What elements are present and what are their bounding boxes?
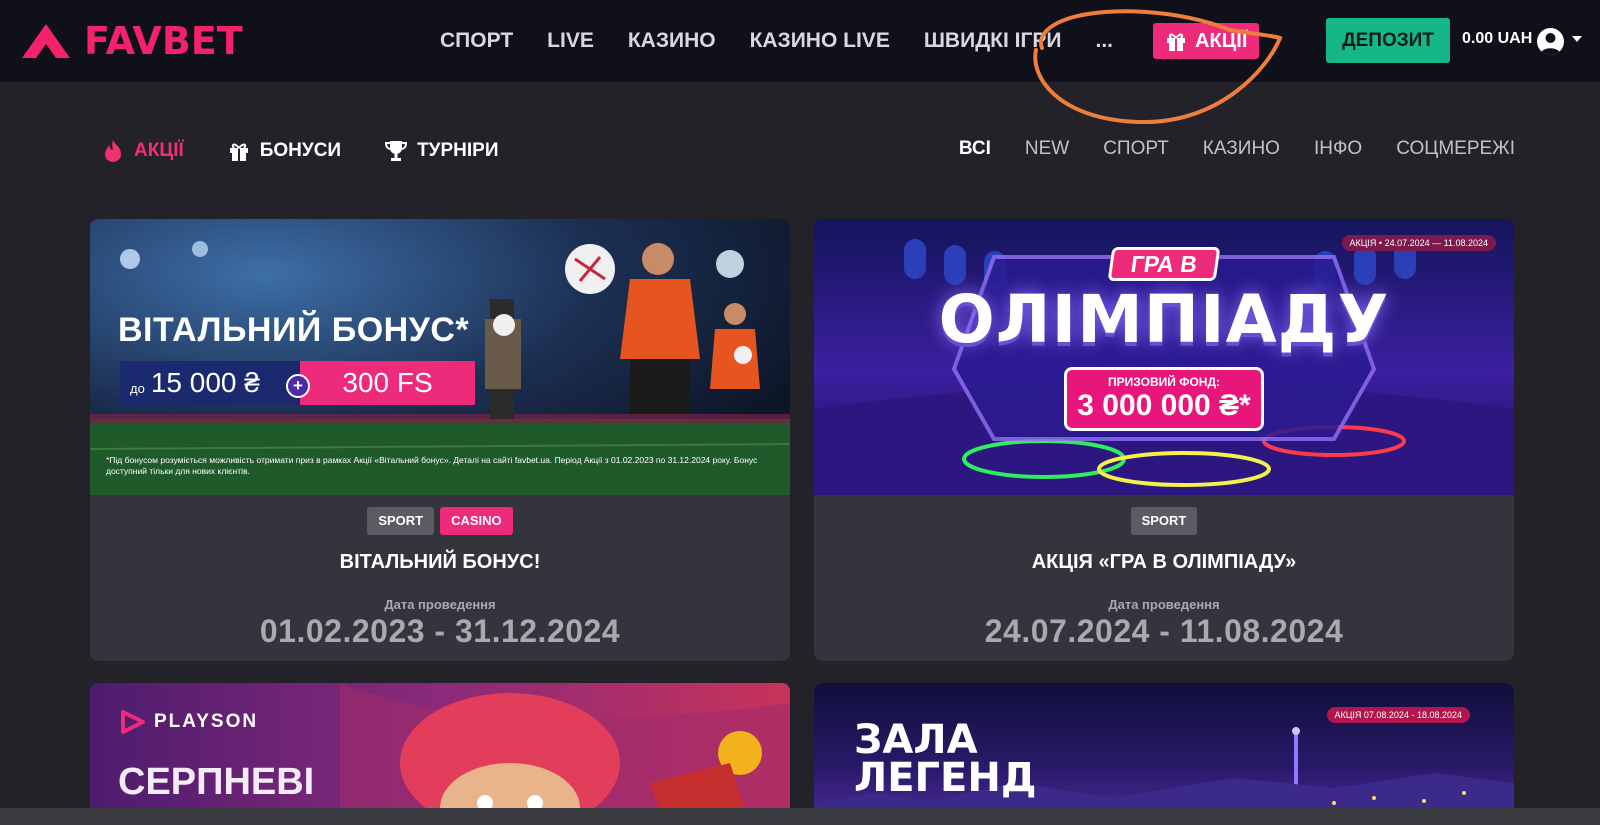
fire-icon	[105, 140, 121, 162]
nav-sport[interactable]: СПОРТ	[440, 22, 513, 60]
prize-fund-value: 3 000 000 ₴*	[1077, 389, 1251, 422]
banner-title: ОЛІМПІАДУ	[938, 281, 1390, 358]
promo-subnav: АКЦІЇ БОНУСИ ТУРНІРИ	[102, 136, 543, 166]
tab-bonuses[interactable]: БОНУСИ	[228, 140, 341, 162]
banner-disclaimer: *Під бонусом розуміється можливість отри…	[106, 455, 758, 476]
banner-title: СЕРПНЕВІ	[118, 761, 315, 803]
prize-fund-label: ПРИЗОВИЙ ФОНД:	[1108, 375, 1220, 389]
filter-casino[interactable]: КАЗИНО	[1203, 138, 1280, 160]
filter-social[interactable]: СОЦМЕРЕЖІ	[1396, 138, 1515, 160]
logo-text: FAVBET	[84, 19, 243, 63]
gift-icon	[229, 143, 248, 161]
deposit-button[interactable]: ДЕПОЗИТ	[1326, 18, 1450, 63]
promo-date-badge: АКЦІЯ • 24.07.2024 — 11.08.2024	[1341, 235, 1496, 251]
nav-casino-live[interactable]: КАЗИНО LIVE	[750, 22, 890, 60]
tag-list: SPORT	[814, 507, 1514, 535]
filter-info[interactable]: ІНФО	[1314, 138, 1362, 160]
promo-banner-playson[interactable]: PLAYSON СЕРПНЕВІ	[90, 683, 790, 825]
banner-title-line1: ЗАЛА	[854, 717, 978, 763]
play-icon	[121, 710, 145, 734]
prize-fund-box: ПРИЗОВИЙ ФОНД: 3 000 000 ₴*	[1064, 367, 1264, 431]
favbet-logo-icon	[22, 24, 70, 58]
brand-name: PLAYSON	[154, 711, 259, 732]
category-filters: ВСІ NEW СПОРТ КАЗИНО ІНФО СОЦМЕРЕЖІ	[925, 138, 1515, 160]
promo-card-info: SPORT CASINO ВІТАЛЬНИЙ БОНУС! Дата прове…	[90, 495, 790, 661]
tab-promotions[interactable]: АКЦІЇ	[102, 139, 184, 163]
top-header: FAVBET СПОРТ LIVE КАЗИНО КАЗИНО LIVE ШВИ…	[0, 0, 1600, 82]
promo-card-playson[interactable]: PLAYSON СЕРПНЕВІ	[90, 683, 790, 825]
bonus-amount: 15 000 ₴	[150, 367, 260, 398]
stadium-illustration	[90, 241, 790, 495]
horizontal-scrollbar[interactable]	[0, 808, 1600, 825]
filter-new[interactable]: NEW	[1025, 138, 1069, 160]
tab-tournaments[interactable]: ТУРНІРИ	[385, 139, 499, 163]
nav-more[interactable]: ...	[1095, 22, 1113, 60]
tag-sport: SPORT	[367, 507, 435, 535]
tab-promotions-label: АКЦІЇ	[134, 140, 184, 161]
date-label: Дата проведення	[1108, 597, 1220, 612]
filter-all[interactable]: ВСІ	[959, 138, 991, 160]
tag-list: SPORT CASINO	[90, 507, 790, 535]
promo-title[interactable]: АКЦІЯ «ГРА В ОЛІМПІАДУ»	[814, 551, 1514, 574]
balance-amount[interactable]: 0.00 UAH	[1462, 30, 1532, 48]
filter-sport[interactable]: СПОРТ	[1103, 138, 1169, 160]
promo-banner-olympiad[interactable]: АКЦІЯ • 24.07.2024 — 11.08.2024 ГРА В ОЛ…	[814, 219, 1514, 495]
tab-bonuses-label: БОНУСИ	[259, 140, 342, 161]
nav-promotions-label: АКЦІЇ	[1195, 29, 1248, 52]
tag-casino: CASINO	[440, 507, 513, 535]
bonus-freespins: 300 FS	[300, 361, 475, 405]
banner-title: ЗАЛА ЛЕГЕНД	[854, 717, 1037, 801]
promo-banner-welcome-bonus[interactable]: ВІТАЛЬНИЙ БОНУС* до 15 000 ₴ 300 FS + *Пі…	[90, 219, 790, 495]
main-nav: СПОРТ LIVE КАЗИНО КАЗИНО LIVE ШВИДКІ ІГР…	[440, 22, 1260, 60]
promo-card-olympiad[interactable]: АКЦІЯ • 24.07.2024 — 11.08.2024 ГРА В ОЛ…	[814, 219, 1514, 661]
gift-icon	[1167, 33, 1185, 51]
tab-tournaments-label: ТУРНІРИ	[417, 140, 499, 161]
bonus-prefix: до	[130, 381, 145, 396]
trophy-icon	[385, 141, 408, 161]
date-label: Дата проведення	[384, 597, 496, 612]
date-range: 24.07.2024 - 11.08.2024	[984, 613, 1344, 649]
plus-icon: +	[286, 374, 310, 398]
date-range: 01.02.2023 - 31.12.2024	[259, 613, 621, 649]
banner-title-line2: ЛЕГЕНД	[854, 755, 1037, 801]
promo-date-badge: АКЦІЯ 07.08.2024 - 18.08.2024	[1326, 707, 1470, 723]
promo-banner-hall-of-legends[interactable]: АКЦІЯ 07.08.2024 - 18.08.2024 ЗАЛА ЛЕГЕН…	[814, 683, 1514, 825]
chevron-down-icon[interactable]	[1572, 36, 1582, 42]
promo-title[interactable]: ВІТАЛЬНИЙ БОНУС!	[90, 551, 790, 574]
nav-live[interactable]: LIVE	[547, 22, 594, 60]
banner-subtitle: ГРА В	[1107, 247, 1221, 281]
promo-card-hall-of-legends[interactable]: АКЦІЯ 07.08.2024 - 18.08.2024 ЗАЛА ЛЕГЕН…	[814, 683, 1514, 825]
nav-casino[interactable]: КАЗИНО	[628, 22, 716, 60]
favbet-logo[interactable]: FAVBET	[22, 20, 243, 62]
nav-promotions-button[interactable]: АКЦІЇ	[1153, 23, 1260, 59]
user-avatar-icon[interactable]	[1537, 28, 1564, 55]
tag-sport: SPORT	[1130, 507, 1198, 535]
nav-fast-games[interactable]: ШВИДКІ ІГРИ	[924, 22, 1062, 60]
promo-card-info: SPORT АКЦІЯ «ГРА В ОЛІМПІАДУ» Дата прове…	[814, 495, 1514, 661]
playson-logo: PLAYSON	[120, 709, 258, 735]
promo-card-welcome-bonus[interactable]: ВІТАЛЬНИЙ БОНУС* до 15 000 ₴ 300 FS + *Пі…	[90, 219, 790, 661]
banner-title: ВІТАЛЬНИЙ БОНУС*	[118, 311, 470, 349]
